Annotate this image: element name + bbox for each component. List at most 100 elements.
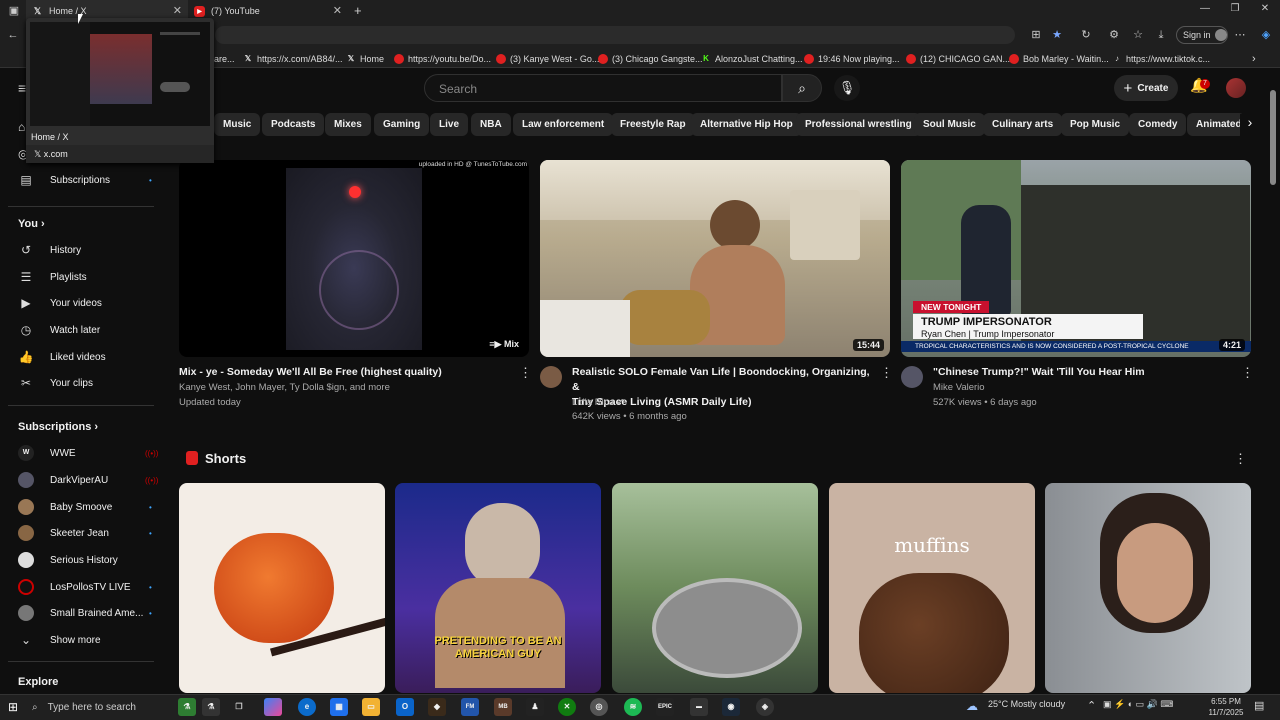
taskbar-search[interactable]: ⌕ Type here to search xyxy=(32,697,172,717)
chips-next-icon[interactable]: › xyxy=(1240,114,1260,136)
taskbar-app-icon[interactable]: ⚗ xyxy=(202,698,220,716)
favorites-icon[interactable]: ☆ xyxy=(1128,26,1148,44)
download-icon[interactable]: ⤓ xyxy=(1151,26,1171,44)
apps-icon[interactable]: ⊞ xyxy=(1026,26,1046,44)
bookmark-item[interactable]: 𝕏https://x.com/AB84/... xyxy=(243,52,343,66)
refresh-icon[interactable]: ↻ xyxy=(1076,26,1096,44)
sidebar-item-history[interactable]: ↺ History xyxy=(18,238,81,262)
video-channel[interactable]: Lidia Rico ✔ xyxy=(572,395,624,410)
subscriptions-header[interactable]: Subscriptions › xyxy=(18,421,98,433)
address-bar[interactable] xyxy=(215,26,1015,44)
bookmarks-overflow-icon[interactable]: › xyxy=(1252,52,1256,66)
weather-text[interactable]: 25°C Mostly cloudy xyxy=(988,699,1065,709)
bookmark-item[interactable]: (3) Chicago Gangste... xyxy=(598,52,703,66)
show-more-button[interactable]: ⌄ Show more xyxy=(18,628,101,652)
close-tab-icon[interactable]: ✕ xyxy=(333,4,342,17)
sidebar-item-your-clips[interactable]: ✂ Your clips xyxy=(18,371,93,395)
subscription-item[interactable]: DarkViperAU ((•)) xyxy=(18,468,158,492)
subscription-item[interactable]: Serious History xyxy=(18,548,118,572)
tray-chevron-icon[interactable]: ⌃ xyxy=(1087,699,1096,712)
chip-culinary-arts[interactable]: Culinary arts xyxy=(983,113,1063,136)
sidebar-item-playlists[interactable]: ☰ Playlists xyxy=(18,265,87,289)
you-header[interactable]: You › xyxy=(18,218,45,230)
bookmark-item[interactable]: (12) CHICAGO GAN... xyxy=(906,52,1010,66)
app-icon[interactable]: ◎ xyxy=(590,698,608,716)
chip-mixes[interactable]: Mixes xyxy=(325,113,371,136)
edge-icon[interactable]: e xyxy=(298,698,316,716)
search-input[interactable]: Search xyxy=(424,74,782,102)
chip-comedy[interactable]: Comedy xyxy=(1129,113,1187,136)
account-avatar[interactable] xyxy=(1226,78,1246,98)
close-window-icon[interactable]: ✕ xyxy=(1250,3,1280,19)
chip-alternative-hip-hop[interactable]: Alternative Hip Hop xyxy=(691,113,802,136)
video-title[interactable]: Mix - ye - Someday We'll All Be Free (hi… xyxy=(179,365,509,380)
voice-search-button[interactable]: 🎙 xyxy=(834,75,860,101)
home-icon[interactable]: ⌂ xyxy=(18,120,25,134)
video-thumbnail[interactable]: uploaded in HD @ TunesToTube.com ≡▶ Mix xyxy=(179,160,529,357)
copilot-icon[interactable]: ◈ xyxy=(1256,26,1276,44)
subscription-item[interactable]: Skeeter Jean • xyxy=(18,521,152,545)
outlook-icon[interactable]: O xyxy=(396,698,414,716)
tray-icons[interactable]: ▣ ⚡ ◐ ▭ 🔊 ⌨ xyxy=(1103,699,1173,710)
chip-pop-music[interactable]: Pop Music xyxy=(1061,113,1130,136)
video-options-icon[interactable]: ⋮ xyxy=(1241,365,1254,381)
sidebar-item-subscriptions[interactable]: ▤ Subscriptions • xyxy=(18,168,151,192)
shorts-options-icon[interactable]: ⋮ xyxy=(1234,451,1247,467)
notifications-center-icon[interactable]: ▤ xyxy=(1254,699,1264,712)
task-view-icon[interactable]: ❐ xyxy=(230,698,248,716)
chip-podcasts[interactable]: Podcasts xyxy=(262,113,325,136)
close-tab-icon[interactable]: ✕ xyxy=(173,4,182,17)
window-menu-icon[interactable]: ▣ xyxy=(4,2,24,20)
maximize-icon[interactable]: ❐ xyxy=(1220,3,1250,19)
short-card[interactable] xyxy=(612,483,818,693)
game-icon[interactable]: ♟ xyxy=(526,698,544,716)
sidebar-item-watch-later[interactable]: ◷ Watch later xyxy=(18,318,100,342)
xbox-icon[interactable]: ✕ xyxy=(558,698,576,716)
bookmark-item[interactable]: ♪ https://www.tiktok.c... xyxy=(1112,52,1210,66)
short-card[interactable]: muffins xyxy=(829,483,1035,693)
chip-gaming[interactable]: Gaming xyxy=(374,113,430,136)
game-icon[interactable]: FM xyxy=(461,698,479,716)
subscription-item[interactable]: Baby Smoove • xyxy=(18,495,152,519)
steam-icon[interactable]: ◉ xyxy=(722,698,740,716)
chip-law-enforcement[interactable]: Law enforcement xyxy=(513,113,614,136)
bookmark-item[interactable]: are... xyxy=(214,52,235,66)
video-channel[interactable]: Kanye West, John Mayer, Ty Dolla $ign, a… xyxy=(179,380,509,395)
app-icon[interactable]: ◈ xyxy=(756,698,774,716)
back-icon[interactable]: ← xyxy=(3,26,23,44)
sidebar-item-liked-videos[interactable]: 👍 Liked videos xyxy=(18,345,106,369)
bookmark-item[interactable]: Bob Marley - Waitin... xyxy=(1009,52,1109,66)
channel-avatar[interactable] xyxy=(901,366,923,388)
game-icon[interactable]: ◆ xyxy=(428,698,446,716)
bookmark-item[interactable]: https://youtu.be/Do... xyxy=(394,52,491,66)
chip-professional-wrestling[interactable]: Professional wrestling xyxy=(796,113,921,136)
ubisoft-icon[interactable]: ▬ xyxy=(690,698,708,716)
subscription-item[interactable]: W WWE ((•)) xyxy=(18,441,158,465)
epic-games-icon[interactable]: EPIC xyxy=(656,698,674,716)
video-channel[interactable]: Mike Valerio xyxy=(933,380,985,395)
bookmark-item[interactable]: (3) Kanye West - Go... xyxy=(496,52,599,66)
video-options-icon[interactable]: ⋮ xyxy=(880,365,893,381)
sign-in-button[interactable]: Sign in xyxy=(1176,26,1228,44)
store-icon[interactable]: ▦ xyxy=(330,698,348,716)
subscription-item[interactable]: Small Brained Ame... • xyxy=(18,601,152,625)
windows-start-icon[interactable]: ⊞ xyxy=(8,700,18,714)
video-options-icon[interactable]: ⋮ xyxy=(519,365,532,381)
hamburger-menu-icon[interactable]: ≡ xyxy=(18,80,26,96)
create-button[interactable]: + Create xyxy=(1114,75,1178,101)
chip-animated[interactable]: Animated xyxy=(1187,113,1245,136)
video-thumbnail[interactable]: 15:44 xyxy=(540,160,890,357)
short-card[interactable] xyxy=(1045,483,1251,693)
page-scrollbar[interactable] xyxy=(1270,90,1276,185)
chip-live[interactable]: Live xyxy=(430,113,469,136)
channel-avatar[interactable] xyxy=(540,366,562,388)
sidebar-item-your-videos[interactable]: ▶ Your videos xyxy=(18,291,102,315)
video-thumbnail[interactable]: NEW TONIGHT TRUMP IMPERSONATOR Ryan Chen… xyxy=(901,160,1251,357)
copilot-icon[interactable] xyxy=(264,698,282,716)
subscription-item[interactable]: LosPollosTV LIVE • xyxy=(18,575,152,599)
new-tab-button[interactable]: + xyxy=(354,3,362,18)
short-card[interactable] xyxy=(179,483,385,693)
spotify-icon[interactable]: ≋ xyxy=(624,698,642,716)
video-title[interactable]: "Chinese Trump?!" Wait 'Till You Hear Hi… xyxy=(933,365,1233,380)
game-icon[interactable]: MB xyxy=(494,698,512,716)
